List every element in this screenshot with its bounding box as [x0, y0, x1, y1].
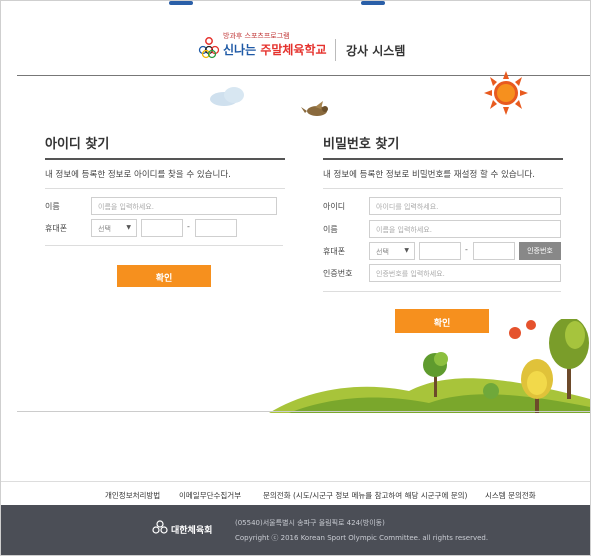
content-bottom-rule [17, 411, 590, 412]
code-label: 인증번호 [323, 269, 353, 278]
caret-down-icon: ▼ [126, 224, 131, 231]
footer-link-privacy[interactable]: 개인정보처리방법 [105, 490, 160, 501]
footer-links: 개인정보처리방법 이메일무단수집거부 문의전화 (시도/시군구 정보 메뉴를 참… [1, 481, 590, 507]
find-id-phone-last-input[interactable] [195, 219, 237, 237]
footer-rings-icon [152, 520, 168, 534]
site-footer: 대한체육회 (05540)서울특별시 송파구 올림픽로 424(방이동) Cop… [1, 505, 590, 555]
find-pw-id-row: 아이디 아이디를 입력하세요. [323, 197, 563, 215]
find-id-description: 내 정보에 등록한 정보로 아이디를 찾을 수 있습니다. [45, 168, 285, 189]
find-id-confirm-button[interactable]: 확인 [117, 265, 211, 287]
find-pw-panel: 비밀번호 찾기 내 정보에 등록한 정보로 비밀번호를 재설정 할 수 있습니다… [323, 133, 563, 189]
page-frame: 방과후 스포츠프로그램 신나는 주말체육학교 강사 시스템 아이디 찾기 내 정… [0, 0, 591, 556]
logo-title-part1: 신나는 [223, 43, 261, 57]
footer-link-inquiry[interactable]: 문의전화 (시도/시군구 정보 메뉴를 참고하여 해당 시군구에 문의) [263, 490, 467, 501]
find-id-phone-prefix-select[interactable]: 선택 ▼ [91, 219, 137, 237]
phone-dash: - [465, 245, 468, 254]
site-header: 방과후 스포츠프로그램 신나는 주말체육학교 강사 시스템 [1, 21, 590, 75]
caret-down-icon: ▼ [404, 247, 409, 254]
find-pw-id-input[interactable]: 아이디를 입력하세요. [369, 197, 561, 215]
find-id-panel: 아이디 찾기 내 정보에 등록한 정보로 아이디를 찾을 수 있습니다. [45, 133, 285, 189]
find-pw-name-input[interactable]: 이름을 입력하세요. [369, 220, 561, 238]
id-label: 아이디 [323, 202, 346, 211]
find-pw-code-input[interactable]: 인증번호를 입력하세요. [369, 264, 561, 282]
find-pw-code-row: 인증번호 인증번호를 입력하세요. [323, 264, 563, 282]
footer-link-email-refusal[interactable]: 이메일무단수집거부 [179, 490, 241, 501]
find-pw-description: 내 정보에 등록한 정보로 비밀번호를 재설정 할 수 있습니다. [323, 168, 563, 189]
find-pw-phone-prefix-select[interactable]: 선택 ▼ [369, 242, 415, 260]
find-id-title: 아이디 찾기 [45, 133, 285, 160]
landscape-illustration [269, 319, 590, 413]
site-logo[interactable]: 방과후 스포츠프로그램 신나는 주말체육학교 [197, 31, 337, 71]
find-id-phone-row: 휴대폰 선택 ▼ - [45, 219, 285, 237]
phone-dash: - [187, 222, 190, 231]
logo-subtitle: 방과후 스포츠프로그램 [223, 32, 290, 40]
find-pw-name-row: 이름 이름을 입력하세요. [323, 220, 563, 238]
phone-label: 휴대폰 [323, 247, 346, 256]
footer-logo: 대한체육회 [151, 519, 221, 539]
footer-address: (05540)서울특별시 송파구 올림픽로 424(방이동) [235, 519, 385, 527]
phone-label: 휴대폰 [45, 224, 68, 233]
footer-link-system-inquiry[interactable]: 시스템 문의전화 [485, 490, 536, 501]
find-pw-phone-row: 휴대폰 선택 ▼ - 인증번호 [323, 242, 563, 260]
sun-illustration [484, 71, 528, 115]
find-id-phone-middle-input[interactable] [141, 219, 183, 237]
find-pw-title: 비밀번호 찾기 [323, 133, 563, 160]
top-accent-band [1, 1, 590, 9]
system-title: 강사 시스템 [346, 44, 406, 58]
logo-title: 신나는 주말체육학교 [223, 41, 327, 58]
find-pw-separator [323, 291, 561, 292]
name-label: 이름 [323, 225, 338, 234]
select-value: 선택 [376, 248, 389, 256]
find-pw-phone-middle-input[interactable] [419, 242, 461, 260]
header-divider [335, 39, 336, 61]
olympic-rings-icon [198, 37, 220, 59]
find-id-name-input[interactable]: 이름을 입력하세요. [91, 197, 277, 215]
find-id-separator [45, 245, 283, 246]
select-value: 선택 [98, 225, 111, 233]
request-verification-button[interactable]: 인증번호 [519, 242, 561, 260]
name-label: 이름 [45, 202, 60, 211]
logo-title-part2: 주말체육학교 [260, 43, 327, 57]
footer-org-name: 대한체육회 [171, 526, 213, 536]
footer-copyright: Copyright ⓒ 2016 Korean Sport Olympic Co… [235, 534, 489, 542]
find-id-name-row: 이름 이름을 입력하세요. [45, 197, 285, 215]
bird-illustration [301, 101, 328, 116]
cloud-illustration [210, 87, 244, 106]
find-pw-phone-last-input[interactable] [473, 242, 515, 260]
